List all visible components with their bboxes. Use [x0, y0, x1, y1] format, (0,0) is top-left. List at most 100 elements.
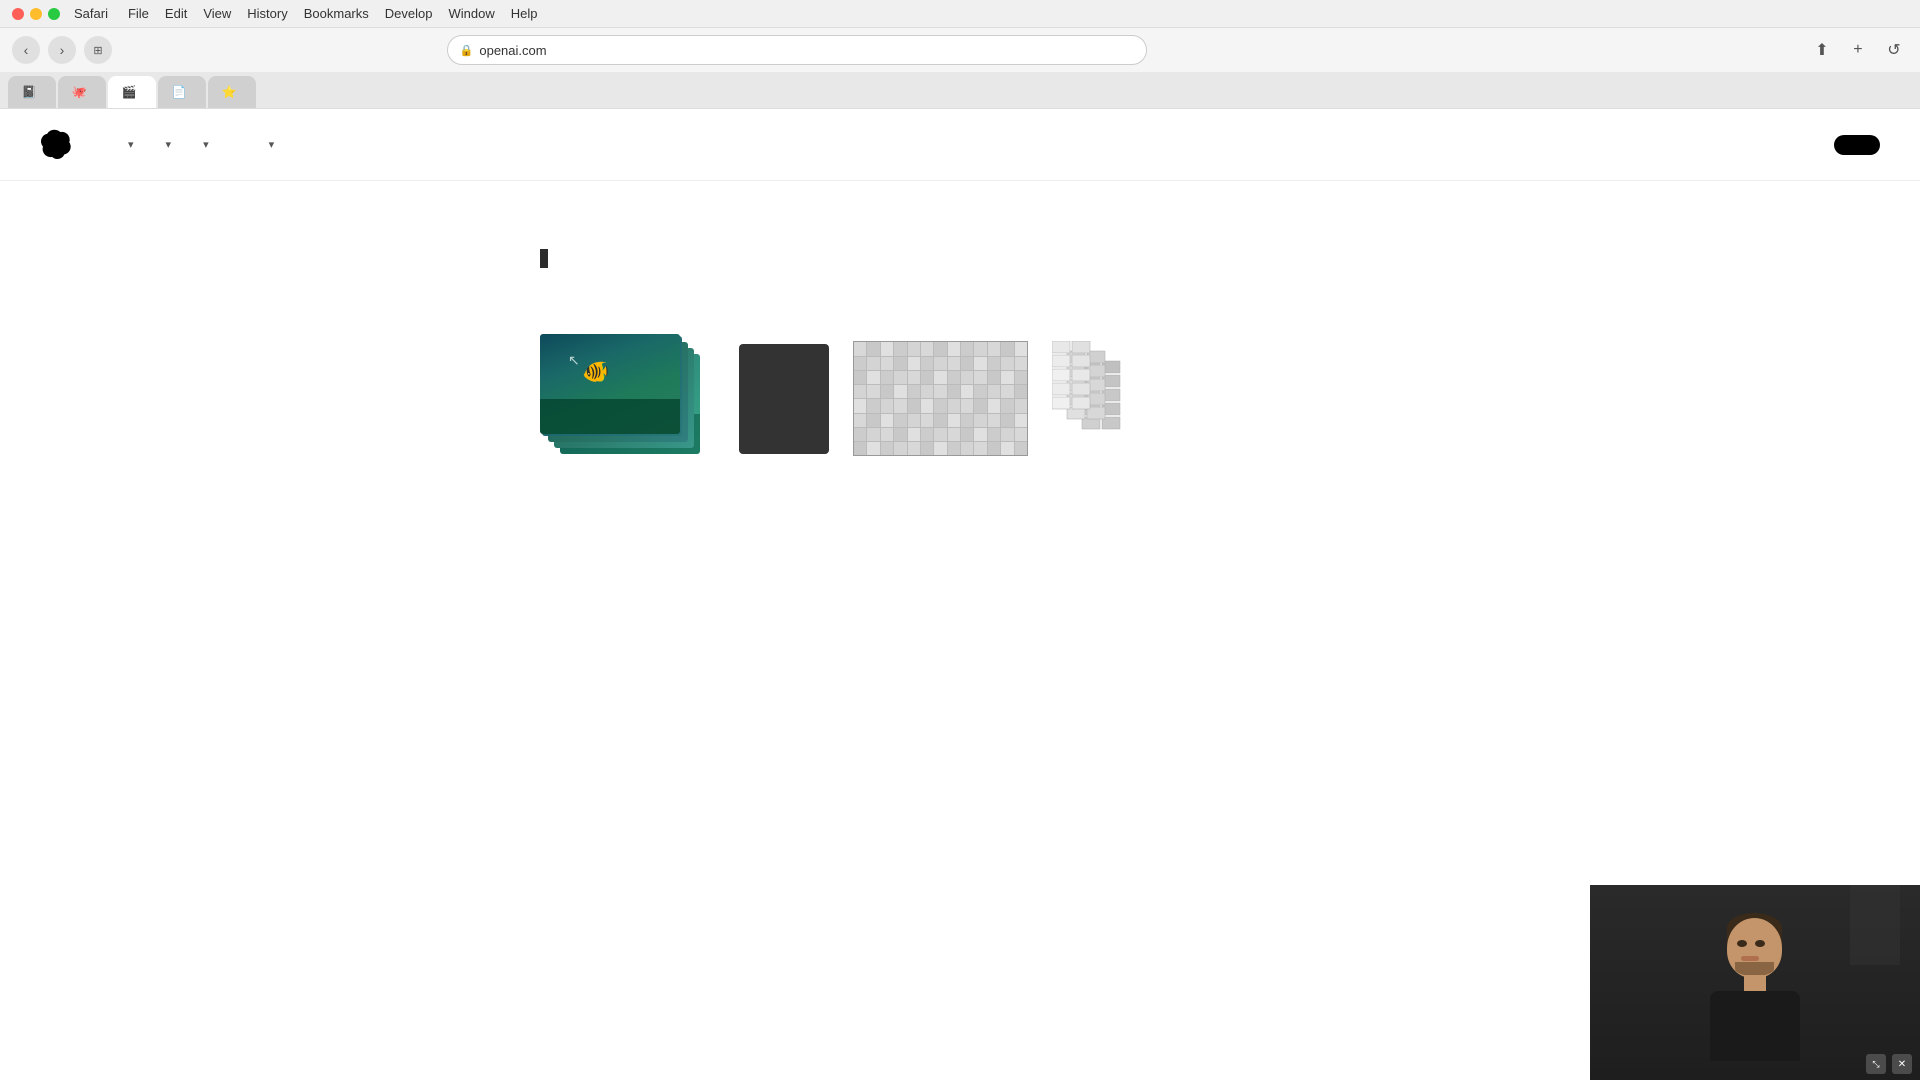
patch-cell [867, 442, 879, 455]
person-head [1727, 918, 1782, 978]
patch-cell [867, 399, 879, 412]
chevron-down-icon-research: ▾ [128, 138, 134, 151]
menu-develop[interactable]: Develop [385, 6, 433, 21]
patch-cell [948, 414, 960, 427]
pip-close-button[interactable]: ✕ [1892, 1054, 1912, 1074]
patch-cell [894, 342, 906, 355]
patch-cell [948, 428, 960, 441]
patch-cell [881, 414, 893, 427]
menu-bookmarks[interactable]: Bookmarks [304, 6, 369, 21]
patch-cell [854, 399, 866, 412]
mac-menu-bar: Safari File Edit View History Bookmarks … [0, 0, 1920, 28]
patch-cell [974, 399, 986, 412]
mac-menu[interactable]: File Edit View History Bookmarks Develop… [128, 6, 538, 21]
eye-right [1755, 940, 1765, 947]
patch-cell [961, 442, 973, 455]
menu-view[interactable]: View [203, 6, 231, 21]
site-header: ▾ ▾ ▾ ▾ [0, 109, 1920, 181]
close-window-btn[interactable] [12, 8, 24, 20]
patch-cell [867, 342, 879, 355]
patch-cell [988, 342, 1000, 355]
patch-cell [988, 442, 1000, 455]
nav-api[interactable]: ▾ [150, 130, 184, 159]
patch-cell [961, 385, 973, 398]
patch-cell [988, 371, 1000, 384]
video-controls[interactable]: ⤡ ✕ [1866, 1054, 1912, 1074]
eye-left [1737, 940, 1747, 947]
patches-grid-item: // Generate grid cells inline const grid… [853, 341, 1028, 456]
video-frames-item: 🐠 ↖ [540, 334, 715, 464]
patch-cell [974, 371, 986, 384]
patch-cell [867, 428, 879, 441]
tab-gpt[interactable]: 🐙 [58, 76, 106, 108]
patch-cell [908, 399, 920, 412]
tab-video-gen[interactable]: 🎬 [108, 76, 156, 108]
patch-cell [854, 385, 866, 398]
patch-cell [908, 342, 920, 355]
patch-cell [1001, 414, 1013, 427]
patch-cell [921, 371, 933, 384]
patch-cell [1001, 442, 1013, 455]
tab-favicon-gpt: 🐙 [72, 85, 86, 99]
patch-cell [894, 414, 906, 427]
openai-logo[interactable] [40, 129, 80, 161]
login-button[interactable] [1790, 137, 1818, 153]
patch-cell [948, 399, 960, 412]
patch-cell [867, 414, 879, 427]
share-button[interactable]: ⬆ [1808, 36, 1836, 64]
person-figure [1695, 903, 1815, 1063]
menu-help[interactable]: Help [511, 6, 538, 21]
video-person-view: ⤡ ✕ [1590, 885, 1920, 1080]
patch-cell [908, 385, 920, 398]
patch-cell [854, 414, 866, 427]
patch-cell [988, 414, 1000, 427]
menu-edit[interactable]: Edit [165, 6, 187, 21]
patch-cell [854, 442, 866, 455]
patch-cell [908, 442, 920, 455]
address-bar[interactable]: 🔒 openai.com [447, 35, 1147, 65]
menu-window[interactable]: Window [448, 6, 494, 21]
patch-cell [948, 442, 960, 455]
beard [1735, 962, 1774, 976]
patch-cell [1015, 442, 1027, 455]
search-button[interactable] [1758, 137, 1774, 153]
patch-cell [1015, 399, 1027, 412]
menu-history[interactable]: History [247, 6, 287, 21]
back-button[interactable]: ‹ [12, 36, 40, 64]
pip-resize-button[interactable]: ⤡ [1866, 1054, 1886, 1074]
patch-cell [934, 442, 946, 455]
chevron-down-icon-chatgpt: ▾ [203, 138, 209, 151]
menu-file[interactable]: File [128, 6, 149, 21]
patch-cell [948, 385, 960, 398]
patch-cell [854, 342, 866, 355]
lock-icon: 🔒 [460, 44, 474, 57]
tab-favicon-summary: ⭐ [222, 85, 236, 99]
patch-cell [1001, 357, 1013, 370]
try-chatgpt-button[interactable] [1834, 135, 1880, 155]
patch-cell [1001, 428, 1013, 441]
sidebar-toggle-button[interactable]: ⊞ [84, 36, 112, 64]
nav-safety[interactable] [225, 137, 249, 153]
patch-cell [1015, 414, 1027, 427]
tab-favicon-jupyter: 📓 [22, 85, 36, 99]
patch-cell [988, 357, 1000, 370]
patch-cell [881, 442, 893, 455]
mac-window-controls[interactable] [12, 8, 60, 20]
tab-transformers[interactable]: 📄 [158, 76, 206, 108]
patch-cell [894, 399, 906, 412]
forward-button[interactable]: › [48, 36, 76, 64]
nav-chatgpt[interactable]: ▾ [187, 130, 221, 159]
patch-cell [934, 385, 946, 398]
patch-cell [894, 428, 906, 441]
nav-company[interactable]: ▾ [253, 130, 287, 159]
new-tab-button[interactable]: + [1844, 36, 1872, 64]
patch-cell [1015, 342, 1027, 355]
minimize-window-btn[interactable] [30, 8, 42, 20]
patch-cell [961, 414, 973, 427]
reload-button[interactable]: ↺ [1880, 36, 1908, 64]
tab-jupyter[interactable]: 📓 [8, 76, 56, 108]
nav-research[interactable]: ▾ [112, 130, 146, 159]
patch-cell [921, 414, 933, 427]
maximize-window-btn[interactable] [48, 8, 60, 20]
tab-summary[interactable]: ⭐ [208, 76, 256, 108]
